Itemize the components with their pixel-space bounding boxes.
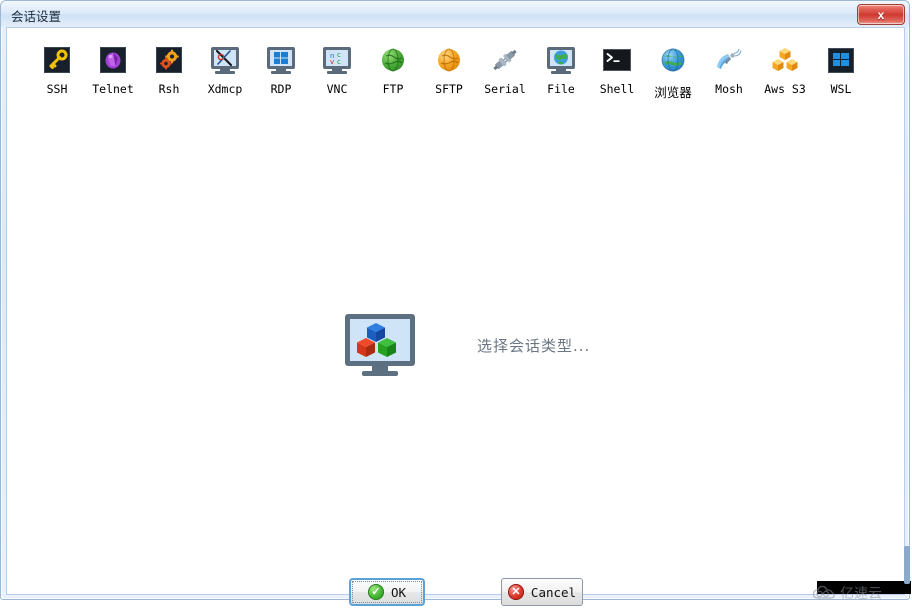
serial-plug-icon [489,44,521,76]
svg-text:v: v [330,58,334,66]
xdmcp-monitor-x-icon [209,44,241,76]
mosh-satellite-icon [713,44,745,76]
close-icon: x [877,7,885,22]
session-type-label: Aws S3 [764,82,806,96]
screen: 会话设置 x SSH Telnet Rsh Xdmcp RDP n c v c … [0,0,912,615]
session-type-label: Telnet [92,82,134,96]
session-type-aws-s3[interactable]: Aws S3 [757,44,813,96]
session-type-sftp[interactable]: SFTP [421,44,477,96]
session-type-label: FTP [382,82,404,96]
vnc-monitor-icon: n c v c [321,44,353,76]
session-type-label: Xdmcp [207,82,243,96]
cloud-logo-icon [812,585,835,599]
session-type-file[interactable]: File [533,44,589,96]
monitor-cubes-icon [345,314,415,376]
ssh-key-icon [41,44,73,76]
close-button[interactable]: x [857,4,905,25]
rsh-gears-icon [153,44,185,76]
telnet-crystal-icon [97,44,129,76]
x-circle-icon: ✕ [507,584,524,600]
session-type-label: VNC [326,82,348,96]
session-type-rsh[interactable]: Rsh [141,44,197,96]
watermark-text: 亿速云 [840,586,882,602]
session-type-label: WSL [830,82,852,96]
file-monitor-globe-icon [545,44,577,76]
session-type-toolbar: SSH Telnet Rsh Xdmcp RDP n c v c VNC FTP… [7,44,904,114]
focus-indicator [352,581,422,603]
session-type-mosh[interactable]: Mosh [701,44,757,96]
svg-text:c: c [337,58,341,66]
session-type-xdmcp[interactable]: Xdmcp [197,44,253,96]
session-type-label: Rsh [158,82,180,96]
session-type-label: RDP [270,82,292,96]
window-scrollbar-thumb[interactable] [904,546,910,584]
session-type-label: SFTP [435,82,463,96]
session-type-serial[interactable]: Serial [477,44,533,96]
session-type-wsl[interactable]: WSL [813,44,869,96]
session-type-label: Serial [484,82,526,96]
session-type-label: 浏览器 [654,85,692,100]
title-bar: 会话设置 x [1,1,909,27]
ftp-green-globe-icon [377,44,409,76]
watermark: 亿速云 [812,583,882,603]
sftp-orange-globe-icon [433,44,465,76]
placeholder-text: 选择会话类型... [477,336,591,355]
session-type-shell[interactable]: Shell [589,44,645,96]
client-area: SSH Telnet Rsh Xdmcp RDP n c v c VNC FTP… [6,27,911,606]
session-type-browser[interactable]: 浏览器 [645,44,701,101]
session-type-label: File [547,82,575,96]
session-type-label: Shell [599,82,635,96]
session-type-label: SSH [46,82,68,96]
session-type-ssh[interactable]: SSH [29,44,85,96]
ok-button[interactable]: ✓ OK [349,578,425,606]
session-settings-window: 会话设置 x SSH Telnet Rsh Xdmcp RDP n c v c … [0,0,911,606]
session-type-placeholder: 选择会话类型... [345,314,590,376]
window-title: 会话设置 [11,9,62,24]
wsl-windows-icon [825,44,857,76]
aws-s3-cubes-icon [769,44,801,76]
cancel-button-label: Cancel [530,584,577,600]
shell-terminal-icon [601,44,633,76]
session-type-vnc[interactable]: n c v c VNC [309,44,365,96]
session-type-rdp[interactable]: RDP [253,44,309,96]
session-type-label: Mosh [715,82,743,96]
session-type-ftp[interactable]: FTP [365,44,421,96]
rdp-monitor-windows-icon [265,44,297,76]
browser-globe-icon [657,44,689,76]
session-type-telnet[interactable]: Telnet [85,44,141,96]
cancel-button[interactable]: ✕ Cancel [501,578,583,606]
